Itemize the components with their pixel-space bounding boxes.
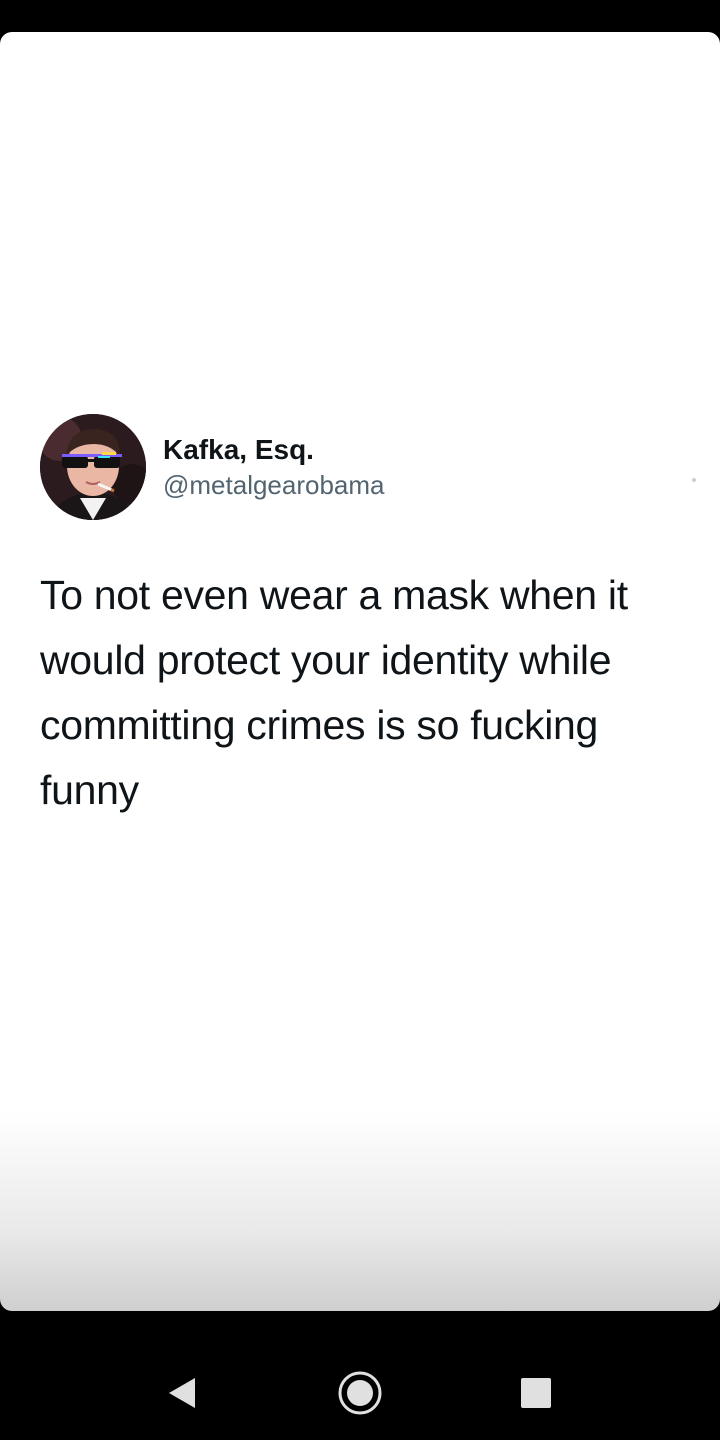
navigation-bar <box>0 1311 720 1440</box>
recents-square-icon <box>521 1378 551 1408</box>
screenshot-card: Kafka, Esq. @metalgearobama To not even … <box>0 32 720 1311</box>
tweet-text: To not even wear a mask when it would pr… <box>40 572 628 813</box>
recents-button[interactable] <box>512 1369 560 1417</box>
more-options-icon[interactable] <box>692 478 696 482</box>
author-name[interactable]: Kafka, Esq. <box>163 434 314 466</box>
tweet-header: Kafka, Esq. @metalgearobama <box>40 414 700 520</box>
tweet[interactable]: Kafka, Esq. @metalgearobama To not even … <box>40 414 700 823</box>
status-bar <box>0 0 720 32</box>
home-circle-icon <box>338 1371 382 1415</box>
avatar[interactable] <box>40 414 146 520</box>
back-button[interactable] <box>158 1369 206 1417</box>
author-handle[interactable]: @metalgearobama <box>163 470 385 501</box>
home-button[interactable] <box>336 1369 384 1417</box>
avatar-image <box>40 414 146 520</box>
back-triangle-icon <box>169 1378 195 1408</box>
